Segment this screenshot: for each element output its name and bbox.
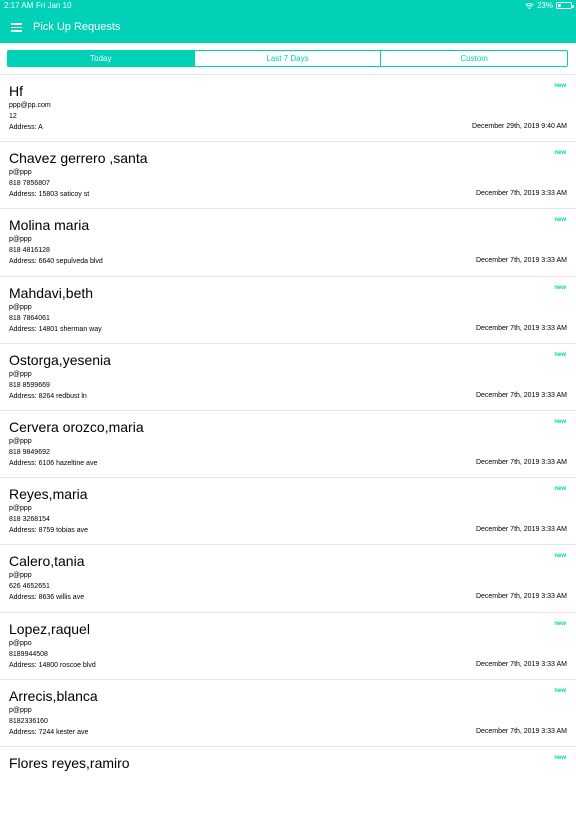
wifi-icon	[525, 2, 534, 9]
status-time: 2:17 AM	[4, 1, 34, 10]
request-phone: 8189944508	[9, 650, 48, 658]
request-email: p@ppo	[9, 639, 32, 647]
request-date: December 7th, 2019 3:33 AM	[475, 257, 567, 265]
status-badge: new	[554, 284, 566, 291]
request-name: Flores reyes,ramiro	[9, 754, 130, 771]
request-address: Address: 8759 tobias ave	[9, 527, 88, 535]
request-address: Address: 7244 kester ave	[9, 728, 89, 736]
tab-today[interactable]: Today	[8, 51, 195, 66]
request-phone: 818 3268154	[9, 516, 50, 524]
request-date: December 7th, 2019 3:33 AM	[475, 593, 567, 601]
status-badge: new	[554, 150, 566, 157]
request-date: December 29th, 2019 9:40 AM	[472, 123, 567, 130]
request-name: Ostorga,yesenia	[9, 351, 111, 368]
request-address: Address: 14801 sherman way	[9, 325, 102, 333]
request-phone: 818 4816128	[9, 247, 50, 255]
tab-last-7-days[interactable]: Last 7 Days	[194, 51, 382, 66]
status-badge: new	[554, 217, 566, 224]
hamburger-menu-icon[interactable]	[11, 23, 22, 32]
status-badge: new	[554, 83, 566, 89]
request-address: Address: 6640 sepulveda blvd	[9, 258, 103, 266]
request-address: Address: 6106 hazeltine ave	[9, 459, 98, 467]
request-date: December 7th, 2019 3:33 AM	[475, 324, 567, 332]
list-item[interactable]: Arrecis,blanca p@ppp 8182336160 Address: 72…	[0, 678, 576, 746]
status-badge: new	[554, 351, 566, 358]
request-date: December 7th, 2019 3:33 AM	[475, 458, 567, 466]
request-name: Lopez,raquel	[9, 620, 90, 637]
status-badge: new	[554, 754, 566, 761]
request-phone: 818 8599669	[9, 381, 50, 389]
request-phone: 818 7856807	[9, 180, 50, 188]
list-item[interactable]: Hf ppp@pp.com 12 Address: A new December 29th…	[0, 74, 576, 141]
request-name: Cervera orozco,maria	[9, 418, 144, 435]
pickup-request-list: Hf ppp@pp.com 12 Address: A new December 29th…	[0, 74, 576, 813]
request-phone: 626 4652651	[9, 583, 50, 591]
request-email: p@ppp	[9, 572, 32, 580]
status-date: Fri Jan 10	[36, 1, 72, 10]
request-address: Address: 8264 redbust ln	[9, 392, 87, 400]
request-phone: 818 9849692	[9, 448, 50, 456]
request-date: December 7th, 2019 3:33 AM	[475, 526, 567, 534]
request-email: p@ppp	[9, 706, 32, 714]
request-email: p@ppp	[9, 169, 32, 177]
request-phone: 12	[9, 113, 17, 120]
request-date: December 7th, 2019 3:33 AM	[475, 391, 567, 399]
status-badge: new	[554, 687, 566, 694]
status-badge: new	[554, 486, 566, 493]
request-address: Address: A	[9, 124, 43, 131]
request-email: p@ppp	[9, 437, 32, 445]
list-item[interactable]: Flores reyes,ramiro new	[0, 745, 576, 813]
list-item[interactable]: Lopez,raquel p@ppo 8189944508 Address: 1480…	[0, 611, 576, 679]
list-item[interactable]: Reyes,maria p@ppp 818 3268154 Address: 8759…	[0, 477, 576, 544]
request-address: Address: 14800 roscoe blvd	[9, 661, 96, 669]
request-name: Mahdavi,beth	[9, 284, 94, 301]
request-name: Hf	[9, 83, 23, 99]
list-item[interactable]: Mahdavi,beth p@ppp 818 7864061 Address: 148…	[0, 275, 576, 343]
request-name: Molina maria	[9, 217, 90, 234]
app-header: 2:17 AM Fri Jan 10 23% Pick Up Requests	[0, 0, 576, 43]
request-name: Reyes,maria	[9, 486, 88, 503]
request-email: p@ppp	[9, 505, 32, 513]
request-date: December 7th, 2019 3:33 AM	[475, 727, 567, 735]
status-badge: new	[554, 418, 566, 425]
request-date: December 7th, 2019 3:33 AM	[475, 660, 567, 668]
date-range-segmented-control: Today Last 7 Days Custom	[7, 50, 568, 67]
battery-icon	[556, 2, 574, 9]
list-item[interactable]: Chavez gerrero ,santa p@ppp 818 7856807 Add…	[0, 141, 576, 208]
request-phone: 8182336160	[9, 717, 48, 725]
request-name: Chavez gerrero ,santa	[9, 150, 148, 167]
status-badge: new	[554, 553, 566, 560]
list-item[interactable]: Molina maria p@ppp 818 4816128 Address: 664…	[0, 208, 576, 275]
list-item[interactable]: Cervera orozco,maria p@ppp 818 9849692 Addr…	[0, 409, 576, 477]
request-name: Arrecis,blanca	[9, 687, 98, 704]
request-email: p@ppp	[9, 303, 32, 311]
list-item[interactable]: Calero,tania p@ppp 626 4652651 Address: 863…	[0, 544, 576, 611]
request-email: p@ppp	[9, 236, 32, 244]
request-name: Calero,tania	[9, 553, 85, 570]
battery-percent: 23%	[536, 1, 553, 10]
tab-custom[interactable]: Custom	[381, 51, 567, 66]
request-phone: 818 7864061	[9, 314, 50, 322]
list-item[interactable]: Ostorga,yesenia p@ppp 818 8599669 Address: …	[0, 342, 576, 410]
status-indicators: 23%	[525, 1, 574, 10]
status-badge: new	[554, 620, 566, 627]
page-title: Pick Up Requests	[33, 21, 121, 33]
request-date: December 7th, 2019 3:33 AM	[475, 190, 567, 198]
request-email: p@ppp	[9, 370, 32, 378]
request-email: ppp@pp.com	[9, 102, 51, 109]
request-address: Address: 15803 saticoy st	[9, 191, 90, 199]
request-address: Address: 8636 willis ave	[9, 594, 85, 602]
